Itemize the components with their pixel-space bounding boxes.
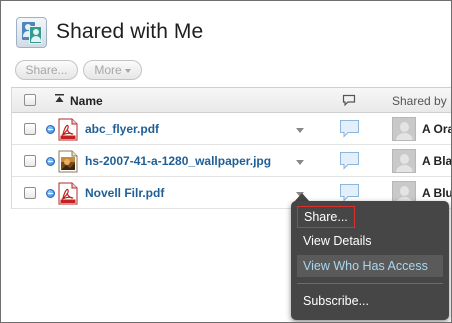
- pdf-icon: [58, 118, 78, 141]
- avatar: [392, 149, 416, 173]
- more-button-label: More: [94, 63, 122, 77]
- table-header: Name Shared by: [12, 88, 451, 113]
- row-actions-dropdown-icon[interactable]: [296, 160, 304, 165]
- menu-item-subscribe[interactable]: Subscribe...: [297, 291, 375, 313]
- file-status-icon: [46, 125, 55, 134]
- shared-with-me-panel: Shared with Me Share... More Name Shared…: [0, 0, 452, 323]
- file-name-link[interactable]: Novell Filr.pdf: [85, 186, 164, 200]
- share-button-label: Share...: [25, 63, 68, 77]
- menu-separator: [297, 283, 443, 284]
- avatar: [392, 117, 416, 141]
- row-checkbox[interactable]: [24, 155, 36, 167]
- more-button[interactable]: More: [83, 60, 142, 80]
- row-checkbox[interactable]: [24, 123, 36, 135]
- comment-button-icon[interactable]: [339, 119, 360, 139]
- menu-item-view-details[interactable]: View Details: [297, 231, 378, 253]
- file-table: Name Shared by abc_flyer.pdf A Ora hs-20…: [11, 87, 452, 209]
- comment-button-icon[interactable]: [339, 183, 360, 203]
- shared-by-name: A Ora: [422, 122, 452, 136]
- shared-by-name: A Bla: [422, 154, 452, 168]
- column-header-name[interactable]: Name: [70, 94, 103, 108]
- pdf-icon: [58, 182, 78, 205]
- file-status-icon: [46, 157, 55, 166]
- select-all-checkbox[interactable]: [24, 94, 36, 106]
- column-header-shared-by[interactable]: Shared by: [392, 94, 447, 108]
- menu-item-view-who-has-access[interactable]: View Who Has Access: [297, 255, 443, 277]
- file-status-icon: [46, 189, 55, 198]
- page-title: Shared with Me: [56, 20, 204, 43]
- menu-item-share[interactable]: Share...: [297, 206, 355, 228]
- file-context-menu: Share... View Details View Who Has Acces…: [291, 201, 449, 320]
- file-name-link[interactable]: abc_flyer.pdf: [85, 122, 159, 136]
- table-row[interactable]: hs-2007-41-a-1280_wallpaper.jpg A Bla: [12, 145, 452, 177]
- row-actions-dropdown-icon[interactable]: [296, 128, 304, 133]
- shared-users-icon: [16, 17, 47, 48]
- file-name-link[interactable]: hs-2007-41-a-1280_wallpaper.jpg: [85, 154, 271, 168]
- row-checkbox[interactable]: [24, 187, 36, 199]
- sort-ascending-icon[interactable]: [55, 94, 64, 103]
- table-row[interactable]: abc_flyer.pdf A Ora: [12, 113, 452, 145]
- shared-by-name: A Blu: [422, 186, 452, 200]
- chevron-down-icon: [124, 68, 131, 73]
- share-button[interactable]: Share...: [15, 60, 78, 80]
- comment-button-icon[interactable]: [339, 151, 360, 171]
- image-file-icon: [58, 150, 78, 173]
- comment-icon: [342, 94, 356, 106]
